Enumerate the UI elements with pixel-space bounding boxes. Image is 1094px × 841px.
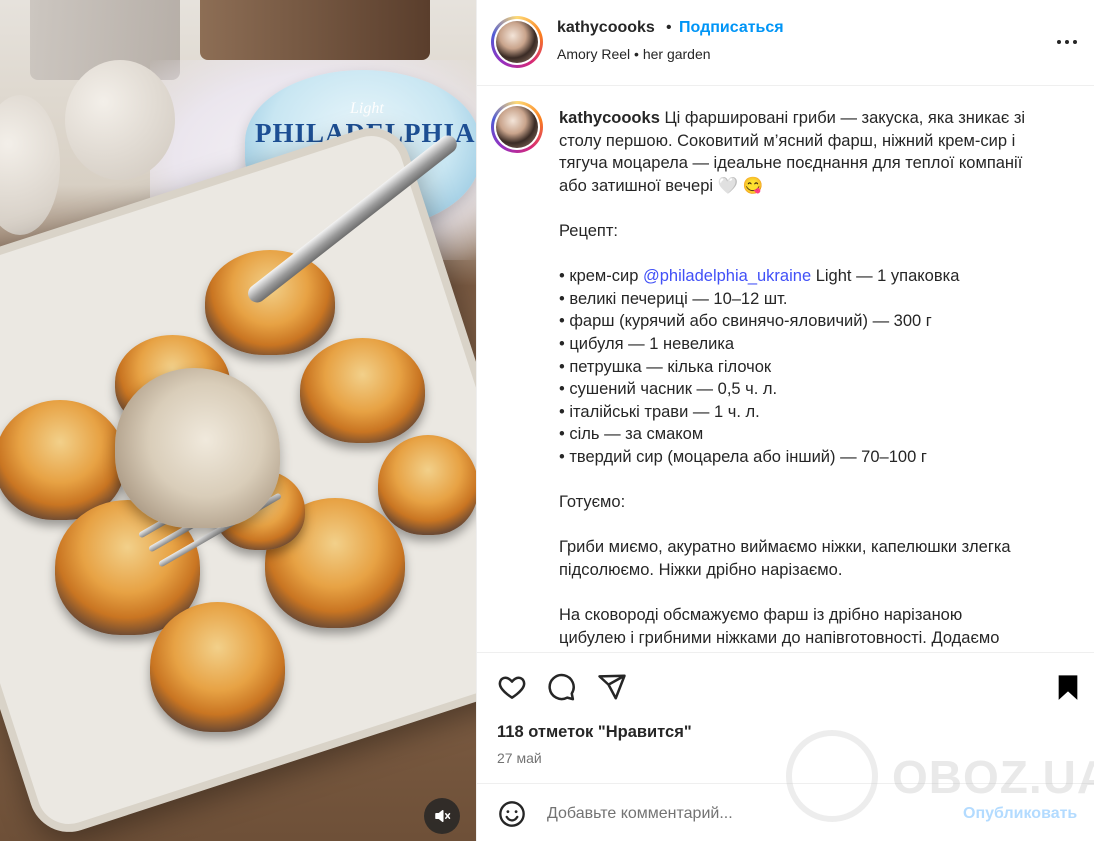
author-avatar[interactable]: [491, 16, 543, 68]
location-link[interactable]: her garden: [643, 46, 711, 62]
stuffed-mushroom: [378, 435, 476, 535]
caption-text: тягуча моцарела — ідеальне поєднання для…: [559, 154, 1023, 173]
caption-author-avatar[interactable]: [491, 101, 543, 153]
avatar-image: [496, 21, 538, 63]
post-header: kathycoooks • Подписаться Amory Reel • h…: [477, 0, 1094, 86]
separator-dot: •: [634, 46, 639, 62]
audio-link[interactable]: Amory Reel: [557, 46, 630, 62]
ingredient-item: • сушений часник — 0,5 ч. л.: [559, 380, 778, 399]
caption-scroll-area[interactable]: kathycoooks Ці фаршировані гриби — закус…: [477, 87, 1094, 652]
more-icon: [1057, 40, 1061, 44]
post-panel: kathycoooks • Подписаться Amory Reel • h…: [476, 0, 1094, 841]
heart-icon: [498, 676, 526, 699]
share-button[interactable]: [595, 670, 629, 704]
author-username[interactable]: kathycoooks: [557, 19, 655, 37]
watermark-globe-icon: [786, 730, 878, 822]
ingredient-text: • крем-сир: [559, 267, 643, 286]
avatar-image: [496, 106, 538, 148]
stuffed-mushroom: [300, 338, 425, 443]
comment-icon: [548, 673, 575, 701]
save-button[interactable]: [1051, 670, 1085, 704]
step-text: підсолюємо. Ніжки дрібно нарізаємо.: [559, 560, 843, 579]
ingredient-item: • сіль — за смаком: [559, 425, 704, 444]
ingredient-item: • італійські трави — 1 ч. л.: [559, 402, 760, 421]
ingredient-item: • петрушка — кілька гілочок: [559, 357, 772, 376]
ingredient-item: • великі печериці — 10–12 шт.: [559, 289, 788, 308]
ceramic-bird: [0, 95, 60, 235]
stuffed-mushroom: [205, 250, 335, 355]
watermark-text: OBOZ.UA: [892, 751, 1094, 803]
mushroom-on-fork: [115, 368, 280, 528]
separator-dot: •: [666, 19, 672, 36]
ceramic-bird: [65, 60, 175, 180]
stuffed-mushroom: [150, 602, 285, 732]
step-text: цибулею і грибними ніжками до напівготов…: [559, 628, 1000, 647]
emoji-icon: [499, 801, 525, 827]
more-options-button[interactable]: [1055, 30, 1079, 54]
step-text: Гриби миємо, акуратно виймаємо ніжки, ка…: [559, 538, 1011, 557]
post-subtitle: Amory Reel • her garden: [557, 46, 711, 62]
follow-button[interactable]: Подписаться: [679, 19, 784, 37]
caption-text: Ці фаршировані гриби — закуска, яка зник…: [664, 109, 1026, 127]
share-icon: [598, 674, 626, 700]
post-date[interactable]: 27 май: [497, 750, 542, 766]
like-button[interactable]: [495, 670, 529, 704]
likes-count[interactable]: 118 отметок "Нравится": [497, 723, 692, 742]
post-caption: kathycoooks Ці фаршировані гриби — закус…: [559, 107, 1059, 649]
caption-text: столу першою. Соковитий м’ясний фарш, ні…: [559, 131, 1016, 150]
mute-button[interactable]: [424, 798, 460, 834]
background-box: [200, 0, 430, 60]
bookmark-icon: [1058, 675, 1078, 700]
post-media[interactable]: Light PHILADELPHIA: [0, 0, 476, 841]
ingredient-item: • фарш (курячий або свинячо-яловичий) — …: [559, 312, 932, 331]
mute-icon: [435, 810, 451, 822]
tub-light-label: Light: [350, 100, 384, 117]
watermark: OBOZ.UA: [786, 722, 1094, 832]
recipe-heading: Рецепт:: [559, 221, 618, 240]
cook-heading: Готуємо:: [559, 493, 626, 512]
caption-text: або затишної вечері 🤍 😋: [559, 176, 764, 195]
emoji-button[interactable]: [495, 797, 529, 831]
ingredient-item: • цибуля — 1 невелика: [559, 334, 735, 353]
comment-button[interactable]: [544, 670, 578, 704]
mention-link[interactable]: @philadelphia_ukraine: [643, 267, 811, 285]
caption-username[interactable]: kathycoooks: [559, 109, 660, 127]
ingredient-item: • твердий сир (моцарела або інший) — 70–…: [559, 447, 927, 466]
ingredient-text: Light — 1 упаковка: [811, 267, 960, 286]
step-text: На сковороді обсмажуємо фарш із дрібно н…: [559, 606, 963, 625]
